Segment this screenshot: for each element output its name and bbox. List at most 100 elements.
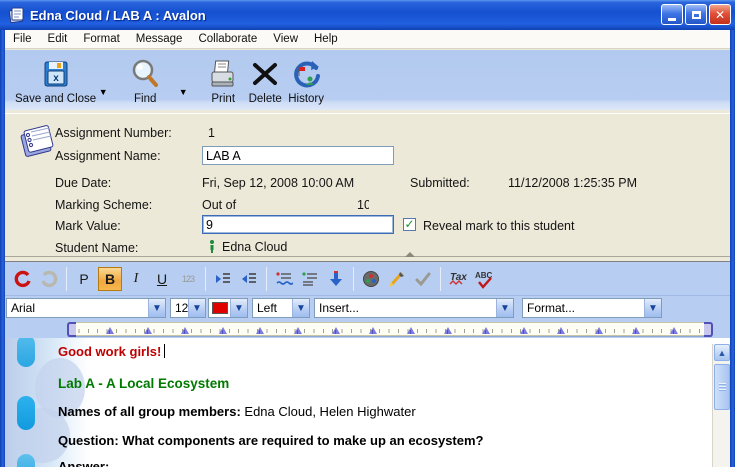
window-title: Edna Cloud / LAB A : Avalon — [30, 8, 206, 23]
submitted-label: Submitted: — [410, 176, 470, 190]
document-area[interactable]: Good work girls! Lab A - A Local Ecosyst… — [5, 338, 730, 467]
document-heading: Lab A - A Local Ecosystem — [58, 376, 229, 391]
menu-edit[interactable]: Edit — [40, 31, 76, 47]
menu-message[interactable]: Message — [128, 31, 191, 47]
ruler-tab-marker[interactable] — [369, 327, 377, 334]
ruler-tab-marker[interactable] — [181, 327, 189, 334]
ruler-tab-marker[interactable] — [407, 327, 415, 334]
ruler-tab-marker[interactable] — [219, 327, 227, 334]
ruler-tab-marker[interactable] — [144, 327, 152, 334]
format-select-value: Format... — [523, 301, 644, 315]
close-icon: ✕ — [715, 9, 725, 21]
scroll-up-icon: ▲ — [718, 348, 727, 358]
ruler[interactable] — [68, 322, 712, 336]
svg-text:x: x — [53, 73, 59, 84]
save-and-close-button[interactable]: x Save and Close — [15, 57, 96, 105]
ruler-tab-marker[interactable] — [482, 327, 490, 334]
close-button[interactable]: ✕ — [709, 4, 731, 25]
answer-label: Answer: — [58, 459, 109, 467]
font-size-value: 12 — [171, 301, 188, 315]
find-dropdown-arrow[interactable]: ▼ — [176, 87, 190, 97]
maximize-icon — [692, 11, 701, 19]
save-and-close-label: Save and Close — [15, 93, 96, 105]
chevron-down-icon: ▼ — [230, 299, 247, 317]
ruler-tab-marker[interactable] — [294, 327, 302, 334]
vertical-scrollbar[interactable]: ▲ — [712, 344, 730, 467]
due-date-label: Due Date: — [55, 176, 111, 190]
reveal-mark-label: Reveal mark to this student — [423, 219, 574, 233]
delete-label: Delete — [249, 93, 282, 105]
chevron-down-icon: ▼ — [148, 299, 165, 317]
assignment-number-label: Assignment Number: — [55, 126, 172, 140]
format-toolbar: P B I U 123 — [5, 262, 730, 296]
print-button[interactable]: Print — [206, 57, 240, 105]
color-wheel-button[interactable] — [359, 267, 383, 291]
font-select-value: Arial — [7, 301, 148, 315]
reveal-mark-checkbox[interactable]: ✓ — [403, 218, 416, 231]
undo-button[interactable] — [11, 267, 35, 291]
minimize-button[interactable] — [661, 4, 683, 25]
spellcheck-button[interactable]: ABC — [472, 267, 496, 291]
scroll-up-button[interactable]: ▲ — [714, 344, 730, 361]
delete-button[interactable]: Delete — [248, 57, 282, 105]
redo-button[interactable] — [37, 267, 61, 291]
marking-scheme-label: Marking Scheme: — [55, 198, 152, 212]
maximize-button[interactable] — [685, 4, 707, 25]
save-dropdown-arrow[interactable]: ▼ — [96, 87, 110, 97]
insert-select[interactable]: Insert...▼ — [314, 298, 514, 318]
find-icon — [128, 57, 162, 91]
ruler-tab-marker[interactable] — [256, 327, 264, 334]
ruler-tab-marker[interactable] — [557, 327, 565, 334]
menu-file[interactable]: File — [5, 31, 40, 47]
assignment-name-input[interactable] — [202, 146, 394, 165]
splitter-collapse-icon[interactable] — [405, 252, 415, 257]
ruler-tab-marker[interactable] — [595, 327, 603, 334]
assignment-number-value: 1 — [208, 126, 215, 140]
italic-button[interactable]: I — [124, 267, 148, 291]
plain-style-button[interactable]: P — [72, 267, 96, 291]
find-button[interactable]: Find — [128, 57, 162, 105]
align-select[interactable]: Left▼ — [252, 298, 310, 318]
menu-collaborate[interactable]: Collaborate — [190, 31, 265, 47]
menu-view[interactable]: View — [265, 31, 306, 47]
indent-increase-button[interactable] — [211, 267, 235, 291]
paragraph-style-button[interactable] — [272, 267, 296, 291]
highlight-tool-button[interactable] — [385, 267, 409, 291]
find-label: Find — [134, 93, 156, 105]
ruler-tab-marker[interactable] — [520, 327, 528, 334]
stationery-pill — [17, 338, 35, 367]
ruler-tab-marker[interactable] — [332, 327, 340, 334]
ruler-tab-marker[interactable] — [670, 327, 678, 334]
left-margin-marker[interactable] — [67, 322, 76, 337]
members-line: Names of all group members: Edna Cloud, … — [58, 404, 416, 419]
minimize-icon — [668, 18, 676, 21]
menu-format[interactable]: Format — [75, 31, 127, 47]
underline-button[interactable]: U — [150, 267, 174, 291]
scrollbar-thumb[interactable] — [714, 364, 730, 410]
indent-decrease-button[interactable] — [237, 267, 261, 291]
format-select[interactable]: Format...▼ — [522, 298, 662, 318]
font-size-select[interactable]: 12▼ — [170, 298, 206, 318]
ruler-tab-marker[interactable] — [632, 327, 640, 334]
spellcheck-as-you-type-button[interactable]: Tax — [446, 267, 470, 291]
typewriter-button[interactable]: 123 — [176, 267, 200, 291]
menu-help[interactable]: Help — [306, 31, 346, 47]
title-bar[interactable]: Edna Cloud / LAB A : Avalon ✕ — [0, 0, 735, 30]
due-date-value: Fri, Sep 12, 2008 10:00 AM — [202, 176, 354, 190]
mark-value-input[interactable] — [202, 215, 394, 234]
ruler-tab-marker[interactable] — [106, 327, 114, 334]
ruler-tab-marker[interactable] — [444, 327, 452, 334]
apply-style-button[interactable] — [411, 267, 435, 291]
history-button[interactable]: History — [288, 57, 324, 105]
print-label: Print — [211, 93, 235, 105]
ruler-ticks — [69, 329, 711, 333]
bold-button[interactable]: B — [98, 267, 122, 291]
font-select[interactable]: Arial▼ — [6, 298, 166, 318]
list-style-button[interactable] — [298, 267, 322, 291]
redo-icon — [40, 270, 58, 288]
text-color-select[interactable]: ▼ — [208, 298, 248, 318]
move-down-button[interactable] — [324, 267, 348, 291]
indent-increase-icon — [214, 270, 232, 288]
right-margin-marker[interactable] — [704, 322, 713, 337]
spellcheck-icon: ABC — [474, 269, 494, 289]
